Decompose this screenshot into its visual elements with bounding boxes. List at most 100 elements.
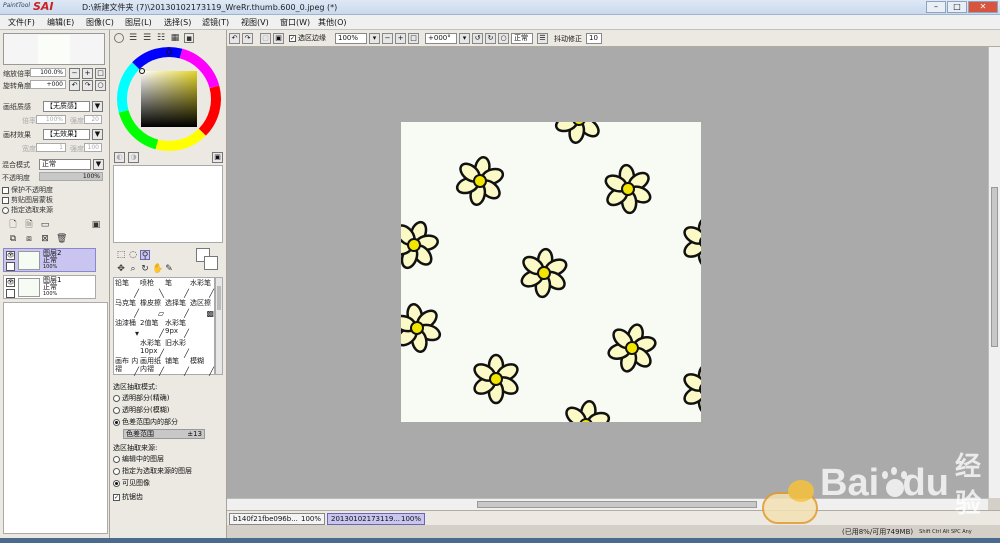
brush-slot[interactable]: 马克笔 ╱ xyxy=(115,299,140,318)
new-linework-layer-icon[interactable]: 🗎 xyxy=(24,220,34,230)
gradient-mode-icon[interactable]: ☷ xyxy=(156,33,166,43)
document-tab-active[interactable]: 20130102173119... 100% xyxy=(327,513,425,525)
view-mode-select[interactable]: 正常 xyxy=(511,33,533,44)
menu-layer[interactable]: 图层(L) xyxy=(125,17,152,28)
mode-option-radio[interactable]: 透明部分(模糊) xyxy=(113,405,169,415)
menu-window[interactable]: 窗口(W) xyxy=(280,17,310,28)
blend-mode-arrow[interactable]: ▼ xyxy=(93,159,104,170)
menu-filter[interactable]: 滤镜(T) xyxy=(202,17,229,28)
magic-wand-icon[interactable]: ⚲ xyxy=(140,250,150,261)
clear-layer-icon[interactable]: ⊠ xyxy=(40,234,50,244)
scratchpad-mode-icon[interactable]: ▪ xyxy=(184,33,194,44)
blend-mode-dropdown[interactable]: 正常 xyxy=(39,159,91,170)
rotate-right-button[interactable]: ↻ xyxy=(485,33,496,44)
rotate-ccw-button[interactable]: ↶ xyxy=(69,80,80,91)
brush-slot[interactable]: 画布 内褶 ╱ xyxy=(115,357,140,376)
swatches-mode-icon[interactable]: ▦ xyxy=(170,33,180,43)
source-option-radio[interactable]: 编辑中的图层 xyxy=(113,454,164,464)
opacity-slider[interactable]: 100% xyxy=(39,172,103,181)
mode-option-radio[interactable]: 色差范围内的部分 xyxy=(113,417,178,427)
brush-slot[interactable]: 2值笔 ╱ xyxy=(140,319,165,338)
invert-selection-button[interactable]: ▣ xyxy=(273,33,284,44)
layer-lock-icon[interactable] xyxy=(6,262,15,271)
rotate-left-button[interactable]: ↺ xyxy=(472,33,483,44)
transparent-color-button[interactable]: ◑ xyxy=(128,152,139,163)
scratchpad-area[interactable] xyxy=(113,165,223,243)
eyedropper-icon[interactable]: ✎ xyxy=(164,264,174,274)
brush-slot[interactable]: 模糊 ╱ xyxy=(190,357,215,376)
zoom-plus-button[interactable]: + xyxy=(395,33,406,44)
menu-edit[interactable]: 编辑(E) xyxy=(47,17,74,28)
vertical-scrollbar[interactable] xyxy=(988,47,1000,498)
deselect-button[interactable]: ▢ xyxy=(260,33,271,44)
brush-slot[interactable]: 旧水彩 ╱ xyxy=(165,339,190,358)
menu-file[interactable]: 文件(F) xyxy=(8,17,35,28)
source-option-radio[interactable]: 指定为选取来源的图层 xyxy=(113,466,192,476)
visibility-eye-icon[interactable]: 👁 xyxy=(6,251,15,260)
layer-lock-icon[interactable] xyxy=(6,289,15,298)
flip-view-button[interactable]: ☰ xyxy=(537,33,548,44)
move-icon[interactable]: ✥ xyxy=(116,264,126,274)
brush-slot[interactable]: 水彩笔 9px ╱ xyxy=(165,319,190,338)
protect-opacity-checkbox[interactable]: 保护不透明度 xyxy=(2,185,53,195)
source-option-radio[interactable]: 可见图像 xyxy=(113,478,150,488)
brush-slot[interactable]: 水彩笔 ╱ xyxy=(190,279,215,298)
undo-button[interactable]: ↶ xyxy=(229,33,240,44)
brush-slot[interactable]: 铺笔 ╱ xyxy=(165,357,190,376)
zoom-fit-button[interactable]: □ xyxy=(408,33,419,44)
brush-slot[interactable]: 喷枪 ╲ xyxy=(140,279,165,298)
rotate-view-icon[interactable]: ↻ xyxy=(140,264,150,274)
new-folder-icon[interactable]: ▭ xyxy=(40,220,50,230)
transfer-down-icon[interactable]: ⧉ xyxy=(8,234,18,244)
zoom-out-button[interactable]: − xyxy=(69,68,80,79)
zoom-select[interactable]: 100% xyxy=(335,33,367,44)
rotation-dropdown-arrow[interactable]: ▾ xyxy=(459,33,470,44)
brush-slot[interactable]: 画用纸 内褶 ╱ xyxy=(140,357,165,376)
maximize-button[interactable]: □ xyxy=(947,1,967,13)
rotate-field[interactable]: +000 xyxy=(30,80,66,89)
color-wheel[interactable] xyxy=(116,46,222,152)
rotation-select[interactable]: +000° xyxy=(425,33,457,44)
tolerance-slider[interactable]: 色差范围 ±13 xyxy=(123,429,205,439)
secondary-color-swatch[interactable] xyxy=(204,256,218,270)
merge-down-icon[interactable]: ⧈ xyxy=(24,234,34,244)
close-button[interactable]: ✕ xyxy=(968,1,998,13)
rotate-reset-button[interactable]: ○ xyxy=(498,33,509,44)
menu-select[interactable]: 选择(S) xyxy=(164,17,191,28)
layer-item[interactable]: 👁 图层2 正常 100% xyxy=(3,248,96,272)
brush-slot[interactable]: 选择笔 ╱ xyxy=(165,299,190,318)
selection-source-checkbox[interactable]: 指定选取来源 xyxy=(2,205,53,215)
paper-texture-dropdown[interactable]: 【无质感】 xyxy=(43,101,90,112)
brush-slot[interactable]: 橡皮擦 ▱ xyxy=(140,299,165,318)
rotate-cw-button[interactable]: ↷ xyxy=(82,80,93,91)
rgb-slider-mode-icon[interactable]: ☰ xyxy=(128,33,138,43)
hand-icon[interactable]: ✋ xyxy=(152,264,163,274)
zoom-minus-button[interactable]: − xyxy=(382,33,393,44)
brush-slot[interactable]: 选区擦 ▩ xyxy=(190,299,215,318)
brush-palette-scrollbar[interactable] xyxy=(215,277,223,375)
menu-view[interactable]: 视图(V) xyxy=(241,17,269,28)
strength-field[interactable]: 20 xyxy=(84,115,102,124)
stabilizer-select[interactable]: 10 xyxy=(586,33,602,44)
antialias-checkbox[interactable]: ✓ 抗锯齿 xyxy=(113,492,143,502)
canvas-workspace[interactable] xyxy=(227,47,988,498)
selection-edge-checkbox[interactable]: ✓ 选区边缘 xyxy=(289,33,326,43)
drawing-canvas[interactable] xyxy=(401,122,701,422)
document-tab[interactable]: b140f21fbe096b... 100% xyxy=(229,513,325,525)
delete-layer-icon[interactable]: 🗑 xyxy=(56,234,67,244)
width-field[interactable]: 1 xyxy=(36,143,66,152)
zoom-dropdown-arrow[interactable]: ▾ xyxy=(369,33,380,44)
material-effect-dropdown[interactable]: 【无效果】 xyxy=(43,129,90,140)
material-effect-arrow[interactable]: ▼ xyxy=(92,129,103,140)
zoom-field[interactable]: 100.0% xyxy=(30,68,66,77)
swap-color-button[interactable]: ◐ xyxy=(114,152,125,163)
strength2-field[interactable]: 100 xyxy=(84,143,102,152)
brush-slot[interactable]: 铅笔 ╱ xyxy=(115,279,140,298)
brush-slot[interactable]: 油漆桶 ▾ xyxy=(115,319,140,338)
paper-texture-arrow[interactable]: ▼ xyxy=(92,101,103,112)
horizontal-scroll-thumb[interactable] xyxy=(477,501,757,508)
vertical-scroll-thumb[interactable] xyxy=(991,187,998,347)
scratchpad-menu-button[interactable]: ▣ xyxy=(212,152,223,163)
zoom-reset-button[interactable]: □ xyxy=(95,68,106,79)
layer-item[interactable]: 👁 图层1 正常 100% xyxy=(3,275,96,299)
